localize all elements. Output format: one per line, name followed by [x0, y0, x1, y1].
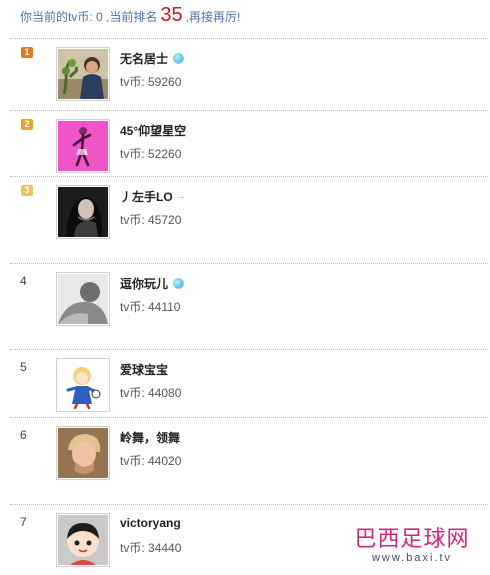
site-watermark: 巴西足球网 www.baxi.tv — [337, 528, 487, 565]
user-name-text[interactable]: 丿左手LO — [120, 188, 173, 205]
rank-badge: 1 — [21, 47, 33, 58]
person-plant-photo-icon — [58, 49, 108, 99]
avatar[interactable] — [56, 47, 110, 101]
user-name[interactable]: 逗你玩儿 — [120, 275, 185, 292]
user-name-text[interactable]: 45°仰望星空 — [120, 122, 186, 139]
rank-number: 4 — [20, 274, 27, 288]
rank-number: 5 — [20, 360, 27, 374]
user-name[interactable]: victoryang — [120, 516, 181, 530]
leaderboard-row: 1 无名居士 tv币: 59260 — [10, 38, 488, 110]
watermark-name: 巴西足球网 — [354, 527, 470, 552]
current-user-status: 你当前的tv币: 0 ,当前排名 35 ,再接再厉! — [20, 4, 240, 26]
avatar[interactable] — [56, 272, 110, 326]
status-prefix: 你当前的tv币: 0 ,当前排名 — [20, 10, 158, 24]
user-name-text[interactable]: 爱球宝宝 — [120, 361, 168, 378]
grey-portrait-photo-icon — [58, 274, 108, 324]
leaderboard-row: 6 岭舞，领舞 tv币: 44020 — [10, 417, 488, 504]
cartoon-girl-avatar-icon — [58, 360, 108, 410]
user-name-text[interactable]: 逗你玩儿 — [120, 275, 168, 292]
leaderboard-row: 3 丿左手LO → tv币: 45720 — [10, 176, 488, 263]
user-name-text[interactable]: victoryang — [120, 516, 181, 530]
pink-dancer-avatar-icon — [58, 121, 108, 171]
user-name-text[interactable]: 无名居士 — [120, 50, 168, 67]
status-suffix: ,再接再厉! — [185, 10, 241, 24]
leaderboard-list: 1 无名居士 tv币: 59260 2 45°仰望星空 tv币: 52260 3… — [10, 38, 488, 575]
watermark-url: www.baxi.tv — [371, 552, 453, 564]
user-name[interactable]: 45°仰望星空 — [120, 122, 186, 139]
leaderboard-row: 4 逗你玩儿 tv币: 44110 — [10, 263, 488, 349]
coin-count: tv币: 44020 — [120, 454, 182, 468]
avatar[interactable] — [56, 119, 110, 173]
coin-count: tv币: 44110 — [120, 300, 181, 314]
coin-count: tv币: 45720 — [120, 213, 182, 227]
user-name[interactable]: 岭舞，领舞 — [120, 429, 180, 446]
leaderboard-row: 2 45°仰望星空 tv币: 52260 — [10, 110, 488, 176]
current-rank-value: 35 — [160, 4, 183, 26]
avatar[interactable] — [56, 358, 110, 412]
user-name-text[interactable]: 岭舞，领舞 — [120, 429, 180, 446]
arrow-icon: → — [175, 191, 186, 202]
rank-badge: 3 — [21, 185, 33, 196]
avatar[interactable] — [56, 513, 110, 567]
child-photo-icon — [58, 428, 108, 478]
cartoon-boy-avatar-icon — [58, 515, 108, 565]
user-name[interactable]: 丿左手LO → — [120, 188, 186, 205]
coin-count: tv币: 52260 — [120, 147, 182, 161]
leaderboard-row: 5 爱球宝宝 tv币: 44080 — [10, 349, 488, 417]
user-name[interactable]: 无名居士 — [120, 50, 185, 67]
coin-count: tv币: 44080 — [120, 386, 182, 400]
blue-gem-icon — [173, 278, 185, 289]
coin-count: tv币: 59260 — [120, 75, 182, 89]
blue-gem-icon — [173, 53, 185, 64]
rank-number: 6 — [20, 428, 27, 442]
rank-badge: 2 — [21, 119, 33, 130]
dark-portrait-photo-icon — [58, 187, 108, 237]
avatar[interactable] — [56, 426, 110, 480]
avatar[interactable] — [56, 185, 110, 239]
rank-number: 7 — [20, 515, 27, 529]
user-name[interactable]: 爱球宝宝 — [120, 361, 168, 378]
coin-count: tv币: 34440 — [120, 541, 182, 555]
